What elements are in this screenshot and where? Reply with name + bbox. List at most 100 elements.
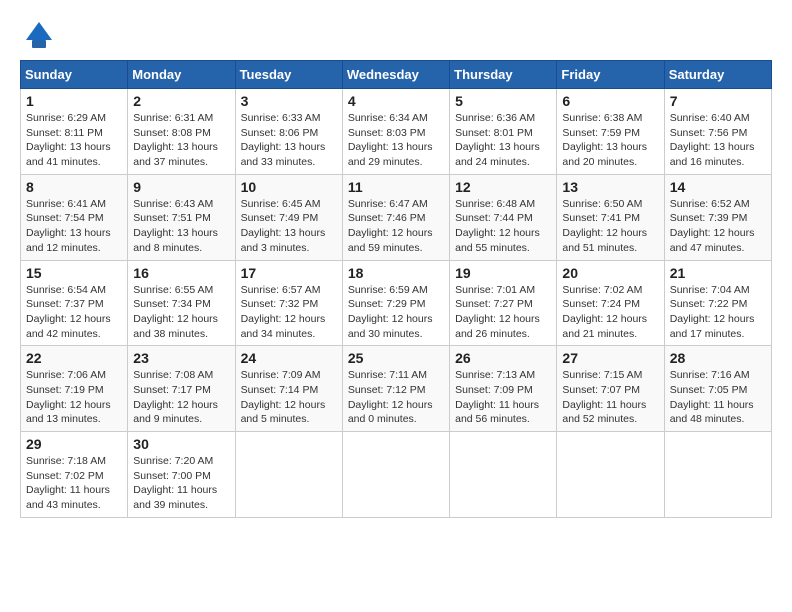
calendar-cell: 19Sunrise: 7:01 AMSunset: 7:27 PMDayligh… [450,260,557,346]
calendar-cell: 21Sunrise: 7:04 AMSunset: 7:22 PMDayligh… [664,260,771,346]
day-info: Sunrise: 6:36 AMSunset: 8:01 PMDaylight:… [455,111,551,170]
calendar-cell: 1Sunrise: 6:29 AMSunset: 8:11 PMDaylight… [21,89,128,175]
day-number: 14 [670,179,766,195]
calendar-cell: 27 Sunrise: 7:15 AMSunset: 7:07 PMDayligh… [557,346,664,432]
calendar-week-2: 8 Sunrise: 6:41 AMSunset: 7:54 PMDaylight… [21,174,772,260]
day-info: Sunrise: 7:18 AMSunset: 7:02 PMDaylight:… [26,454,122,513]
calendar-cell: 10Sunrise: 6:45 AMSunset: 7:49 PMDayligh… [235,174,342,260]
day-number: 23 [133,350,229,366]
day-number: 4 [348,93,444,109]
logo [20,20,54,50]
calendar-cell: 6Sunrise: 6:38 AMSunset: 7:59 PMDaylight… [557,89,664,175]
day-number: 20 [562,265,658,281]
day-number: 26 [455,350,551,366]
day-number: 22 [26,350,122,366]
day-number: 24 [241,350,337,366]
calendar-week-5: 29 Sunrise: 7:18 AMSunset: 7:02 PMDayligh… [21,432,772,518]
page-header [20,20,772,50]
calendar-table: SundayMondayTuesdayWednesdayThursdayFrid… [20,60,772,518]
calendar-cell [557,432,664,518]
day-info: Sunrise: 7:02 AMSunset: 7:24 PMDaylight:… [562,283,658,342]
day-number: 25 [348,350,444,366]
header-cell-sunday: Sunday [21,61,128,89]
calendar-cell: 16 Sunrise: 6:55 AMSunset: 7:34 PMDayligh… [128,260,235,346]
day-info: Sunrise: 6:33 AMSunset: 8:06 PMDaylight:… [241,111,337,170]
calendar-cell: 23 Sunrise: 7:08 AMSunset: 7:17 PMDayligh… [128,346,235,432]
calendar-cell: 9 Sunrise: 6:43 AMSunset: 7:51 PMDaylight… [128,174,235,260]
calendar-cell: 12 Sunrise: 6:48 AMSunset: 7:44 PMDayligh… [450,174,557,260]
calendar-cell: 3 Sunrise: 6:33 AMSunset: 8:06 PMDaylight… [235,89,342,175]
calendar-cell: 29 Sunrise: 7:18 AMSunset: 7:02 PMDayligh… [21,432,128,518]
calendar-cell: 14 Sunrise: 6:52 AMSunset: 7:39 PMDayligh… [664,174,771,260]
day-info: Sunrise: 6:50 AMSunset: 7:41 PMDaylight:… [562,197,658,256]
calendar-cell: 20 Sunrise: 7:02 AMSunset: 7:24 PMDayligh… [557,260,664,346]
header-cell-monday: Monday [128,61,235,89]
calendar-week-1: 1Sunrise: 6:29 AMSunset: 8:11 PMDaylight… [21,89,772,175]
day-number: 16 [133,265,229,281]
day-number: 6 [562,93,658,109]
day-info: Sunrise: 6:29 AMSunset: 8:11 PMDaylight:… [26,111,122,170]
day-info: Sunrise: 6:34 AMSunset: 8:03 PMDaylight:… [348,111,444,170]
day-number: 30 [133,436,229,452]
calendar-cell: 25 Sunrise: 7:11 AMSunset: 7:12 PMDayligh… [342,346,449,432]
day-number: 28 [670,350,766,366]
day-info: Sunrise: 7:06 AMSunset: 7:19 PMDaylight:… [26,368,122,427]
header-cell-saturday: Saturday [664,61,771,89]
calendar-cell: 15Sunrise: 6:54 AMSunset: 7:37 PMDayligh… [21,260,128,346]
calendar-cell: 18 Sunrise: 6:59 AMSunset: 7:29 PMDayligh… [342,260,449,346]
calendar-cell: 7Sunrise: 6:40 AMSunset: 7:56 PMDaylight… [664,89,771,175]
day-number: 7 [670,93,766,109]
day-number: 11 [348,179,444,195]
day-info: Sunrise: 6:52 AMSunset: 7:39 PMDaylight:… [670,197,766,256]
day-info: Sunrise: 6:59 AMSunset: 7:29 PMDaylight:… [348,283,444,342]
day-number: 13 [562,179,658,195]
day-number: 9 [133,179,229,195]
calendar-week-4: 22 Sunrise: 7:06 AMSunset: 7:19 PMDayligh… [21,346,772,432]
day-number: 17 [241,265,337,281]
day-info: Sunrise: 7:08 AMSunset: 7:17 PMDaylight:… [133,368,229,427]
day-info: Sunrise: 7:11 AMSunset: 7:12 PMDaylight:… [348,368,444,427]
day-info: Sunrise: 7:15 AMSunset: 7:07 PMDaylight:… [562,368,658,427]
day-info: Sunrise: 7:20 AMSunset: 7:00 PMDaylight:… [133,454,229,513]
header-cell-thursday: Thursday [450,61,557,89]
calendar-header: SundayMondayTuesdayWednesdayThursdayFrid… [21,61,772,89]
day-info: Sunrise: 7:09 AMSunset: 7:14 PMDaylight:… [241,368,337,427]
day-info: Sunrise: 6:31 AMSunset: 8:08 PMDaylight:… [133,111,229,170]
day-number: 5 [455,93,551,109]
day-info: Sunrise: 6:43 AMSunset: 7:51 PMDaylight:… [133,197,229,256]
day-number: 15 [26,265,122,281]
header-cell-tuesday: Tuesday [235,61,342,89]
calendar-cell: 11 Sunrise: 6:47 AMSunset: 7:46 PMDayligh… [342,174,449,260]
day-info: Sunrise: 7:13 AMSunset: 7:09 PMDaylight:… [455,368,551,427]
calendar-cell: 5 Sunrise: 6:36 AMSunset: 8:01 PMDaylight… [450,89,557,175]
calendar-cell: 4 Sunrise: 6:34 AMSunset: 8:03 PMDaylight… [342,89,449,175]
day-info: Sunrise: 6:55 AMSunset: 7:34 PMDaylight:… [133,283,229,342]
calendar-cell: 22 Sunrise: 7:06 AMSunset: 7:19 PMDayligh… [21,346,128,432]
day-number: 18 [348,265,444,281]
calendar-cell: 30 Sunrise: 7:20 AMSunset: 7:00 PMDayligh… [128,432,235,518]
calendar-cell [235,432,342,518]
calendar-cell: 13 Sunrise: 6:50 AMSunset: 7:41 PMDayligh… [557,174,664,260]
day-info: Sunrise: 7:04 AMSunset: 7:22 PMDaylight:… [670,283,766,342]
calendar-cell [342,432,449,518]
day-number: 8 [26,179,122,195]
calendar-cell [664,432,771,518]
header-cell-wednesday: Wednesday [342,61,449,89]
calendar-cell: 2 Sunrise: 6:31 AMSunset: 8:08 PMDaylight… [128,89,235,175]
header-cell-friday: Friday [557,61,664,89]
day-info: Sunrise: 6:57 AMSunset: 7:32 PMDaylight:… [241,283,337,342]
day-number: 2 [133,93,229,109]
calendar-cell: 26 Sunrise: 7:13 AMSunset: 7:09 PMDayligh… [450,346,557,432]
day-number: 29 [26,436,122,452]
calendar-week-3: 15Sunrise: 6:54 AMSunset: 7:37 PMDayligh… [21,260,772,346]
day-number: 10 [241,179,337,195]
day-info: Sunrise: 6:41 AMSunset: 7:54 PMDaylight:… [26,197,122,256]
day-number: 3 [241,93,337,109]
day-number: 12 [455,179,551,195]
day-number: 27 [562,350,658,366]
day-info: Sunrise: 6:47 AMSunset: 7:46 PMDaylight:… [348,197,444,256]
day-info: Sunrise: 6:48 AMSunset: 7:44 PMDaylight:… [455,197,551,256]
calendar-cell: 24 Sunrise: 7:09 AMSunset: 7:14 PMDayligh… [235,346,342,432]
logo-icon [24,20,54,50]
day-info: Sunrise: 7:01 AMSunset: 7:27 PMDaylight:… [455,283,551,342]
